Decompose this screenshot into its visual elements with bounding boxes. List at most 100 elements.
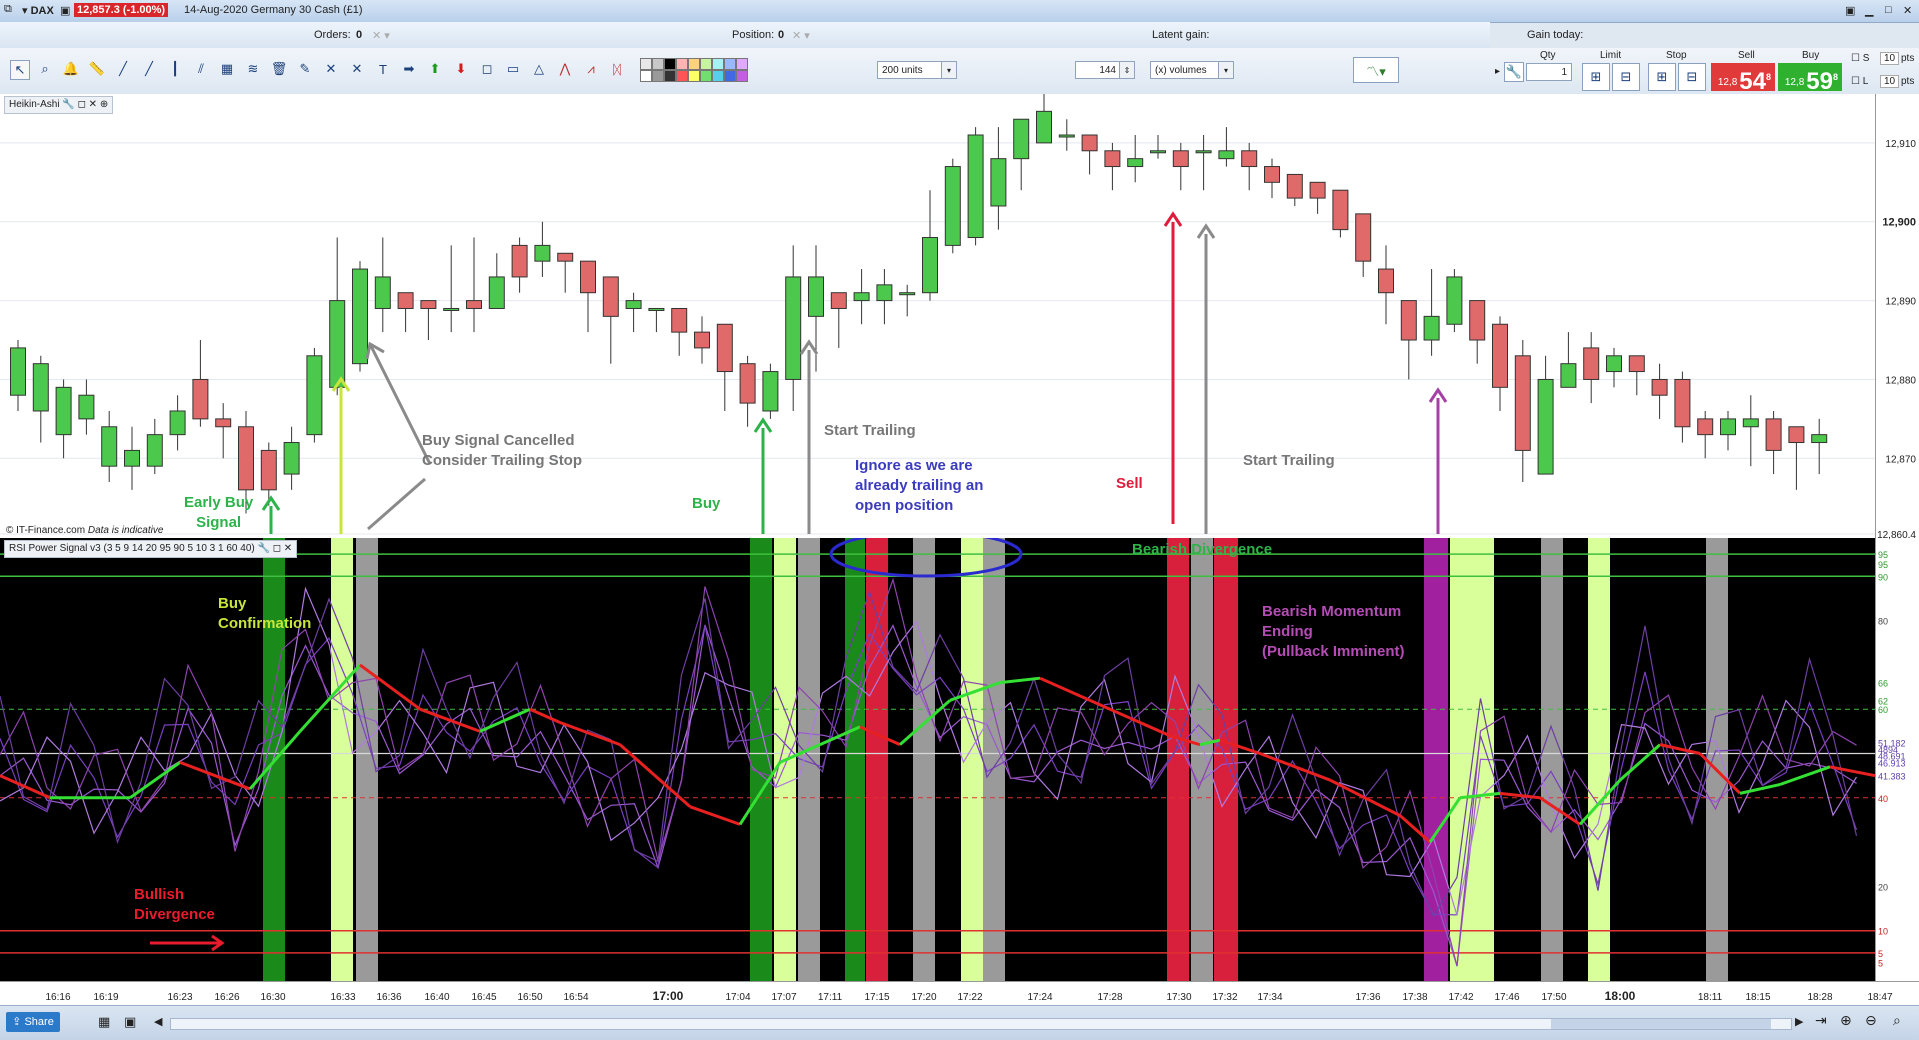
volume-input[interactable]: 144 ⇕ <box>1075 61 1135 79</box>
rsi-settings-icon[interactable]: 🔧 ◻ ✕ <box>258 543 293 554</box>
info-icon[interactable]: ▣ <box>60 4 70 17</box>
color-swatch[interactable] <box>652 70 664 82</box>
orders-close-icon[interactable]: ✕ ▾ <box>372 29 390 42</box>
qty-input[interactable]: 1 <box>1526 63 1572 81</box>
rsi-level-label: 10 <box>1878 927 1888 937</box>
color-swatch[interactable] <box>664 70 676 82</box>
pointer-icon[interactable]: ↖ <box>10 60 30 80</box>
settings-icon[interactable]: 🔧 ◻ ✕ ⊕ <box>62 99 108 110</box>
grid-icon[interactable]: ▦ <box>98 1014 110 1030</box>
sell-button[interactable]: 12,8548 <box>1711 63 1775 95</box>
share-button[interactable]: ⇪ Share <box>6 1012 60 1032</box>
position-value: 0 <box>778 29 785 41</box>
color-swatch[interactable] <box>700 70 712 82</box>
rsi-level-label: 66 <box>1878 679 1888 689</box>
camera-icon[interactable]: ▣ <box>124 1014 136 1030</box>
close-icon[interactable]: ✕ <box>1903 4 1912 17</box>
vertical-line-icon[interactable]: ┃ <box>166 60 184 78</box>
pattern-icon[interactable]: ⩘ <box>582 60 600 78</box>
maximize-icon[interactable]: □ <box>1885 4 1892 16</box>
zoom-icon[interactable]: ⌕ <box>36 60 54 78</box>
window-menu-icon[interactable]: ⧉ <box>4 3 12 16</box>
magnet-icon[interactable]: ✎ <box>296 60 314 78</box>
color-swatch[interactable] <box>640 70 652 82</box>
scrollbar-thumb[interactable] <box>1551 1019 1771 1029</box>
freehand-icon[interactable]: ◻ <box>478 60 496 78</box>
wrench-icon[interactable]: 🔧 <box>1504 62 1524 82</box>
limit-checkbox[interactable]: ☐ L <box>1851 76 1868 87</box>
alert-bell-icon[interactable]: 🔔 <box>62 60 80 78</box>
price-axis[interactable]: 12,910 12,900 12,890 12,880 12,870 12,860.4 95… <box>1875 94 1919 981</box>
candle-body <box>1788 426 1805 444</box>
scroll-left-icon[interactable]: ◀ <box>154 1015 162 1028</box>
zoom-in-icon[interactable]: ⊕ <box>1840 1012 1852 1029</box>
ray-tool-icon[interactable]: ╱ <box>140 60 158 78</box>
color-swatch[interactable] <box>688 70 700 82</box>
fit-icon[interactable]: ⇥ <box>1815 1012 1827 1029</box>
arrow-right-icon[interactable]: ➡ <box>400 60 418 78</box>
color-swatch[interactable] <box>724 58 736 70</box>
color-swatch[interactable] <box>712 70 724 82</box>
trash-icon[interactable]: 🗑 <box>270 60 288 78</box>
fan-icon[interactable]: ✕ <box>348 60 366 78</box>
time-tick-label: 17:07 <box>771 992 797 1003</box>
time-tick-label: 17:00 <box>652 989 684 1003</box>
arrow-down-icon[interactable]: ⬇ <box>452 60 470 78</box>
candle-body <box>1583 347 1600 380</box>
color-swatch[interactable] <box>688 58 700 70</box>
wave-icon[interactable]: ⋀ <box>556 60 574 78</box>
l-pts-input[interactable]: 10 <box>1880 75 1900 88</box>
color-swatch[interactable] <box>736 58 748 70</box>
l-label: L <box>1862 76 1869 87</box>
stop-checkbox[interactable]: ☐ S <box>1851 53 1869 64</box>
buy-button[interactable]: 12,8598 <box>1778 63 1842 95</box>
position-close-icon[interactable]: ✕ ▾ <box>792 29 810 42</box>
color-swatch[interactable] <box>736 70 748 82</box>
signal-band <box>1191 538 1213 981</box>
scroll-right-icon[interactable]: ▶ <box>1795 1015 1803 1028</box>
parallel-lines-icon[interactable]: ⫽ <box>192 60 210 78</box>
restore-icon[interactable]: ▣ <box>1845 4 1855 17</box>
orders-label: Orders: <box>314 29 351 41</box>
instrument-dropdown[interactable]: ▾ DAX <box>22 4 54 17</box>
candle-body <box>1195 150 1212 154</box>
magnifier-icon[interactable]: ⌕ <box>1893 1012 1901 1029</box>
triangle-icon[interactable]: △ <box>530 60 548 78</box>
stop-sell-icon[interactable]: ⊟ <box>1678 63 1706 91</box>
color-swatch[interactable] <box>712 58 724 70</box>
chart-type-icon[interactable]: 〽▾ <box>1353 57 1399 83</box>
sell-price-big: 54 <box>1739 68 1766 95</box>
rectangle-icon[interactable]: ▭ <box>504 60 522 78</box>
stop-buy-icon[interactable]: ⊞ <box>1648 63 1676 91</box>
candle-body <box>1264 166 1280 183</box>
panel-arrow-icon[interactable]: ▸ <box>1495 66 1500 77</box>
volume-unit-select[interactable]: (x) volumes ▾ <box>1150 61 1234 79</box>
minimize-icon[interactable]: ▁ <box>1865 4 1873 17</box>
color-swatch[interactable] <box>664 58 676 70</box>
color-swatch[interactable] <box>700 58 712 70</box>
cross-lines-icon[interactable]: ✕ <box>322 60 340 78</box>
limit-buy-icon[interactable]: ⊞ <box>1582 63 1610 91</box>
text-tool-icon[interactable]: T <box>374 60 392 78</box>
candle-body <box>420 300 437 309</box>
color-swatch[interactable] <box>640 58 652 70</box>
color-swatch[interactable] <box>652 58 664 70</box>
time-scrollbar[interactable] <box>170 1018 1792 1030</box>
line-tool-icon[interactable]: ╱ <box>114 60 132 78</box>
zoom-out-icon[interactable]: ⊖ <box>1865 1012 1877 1029</box>
arrow-up-icon[interactable]: ⬆ <box>426 60 444 78</box>
signal-band <box>1706 538 1728 981</box>
ruler-icon[interactable]: 📏 <box>88 60 106 78</box>
color-swatch[interactable] <box>724 70 736 82</box>
channel-icon[interactable]: ≋ <box>244 60 262 78</box>
candle-body <box>557 252 574 262</box>
s-pts-input[interactable]: 10 <box>1880 52 1900 65</box>
color-swatch[interactable] <box>676 70 688 82</box>
color-swatch[interactable] <box>676 58 688 70</box>
limit-sell-icon[interactable]: ⊟ <box>1612 63 1640 91</box>
fibonacci-icon[interactable]: ▦ <box>218 60 236 78</box>
zigzag-icon[interactable]: ᛞ <box>608 60 626 78</box>
units-select[interactable]: 200 units ▾ <box>877 61 957 79</box>
position-label: Position: <box>732 29 775 41</box>
main-panel-header: Heikin-Ashi 🔧 ◻ ✕ ⊕ <box>4 96 114 114</box>
